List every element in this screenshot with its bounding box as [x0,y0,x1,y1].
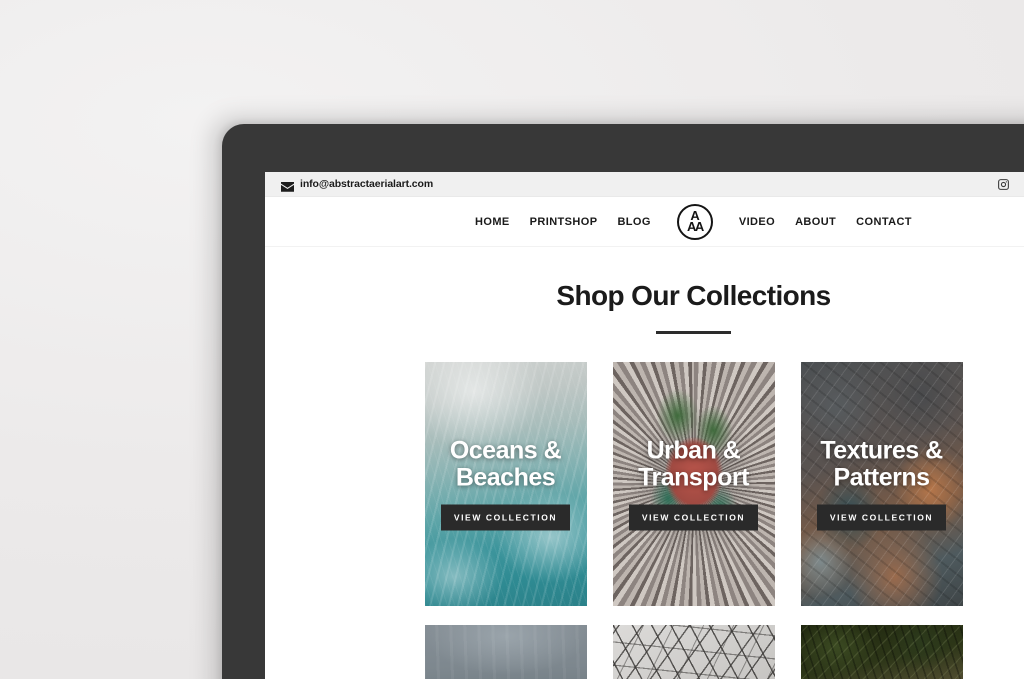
collection-card-body: Urban & Transport VIEW COLLECTION [613,436,775,531]
tablet-device-frame: info@abstractaerialart.com HOME PRINTSHO… [222,124,1024,679]
title-divider [656,331,731,334]
nav-item-printshop[interactable]: PRINTSHOP [530,216,598,228]
site-logo[interactable]: A AA [676,203,713,240]
social-links [997,178,1024,191]
view-collection-button[interactable]: VIEW COLLECTION [816,504,947,531]
view-collection-button[interactable]: VIEW COLLECTION [628,504,759,531]
collection-card-body: Textures & Patterns VIEW COLLECTION [801,436,963,531]
collection-image-cracked-earth [612,625,775,679]
view-collection-button[interactable]: VIEW COLLECTION [440,504,571,531]
instagram-icon[interactable] [997,178,1010,191]
collection-card-body: Oceans & Beaches VIEW COLLECTION [425,436,587,531]
collection-card-row2-3[interactable] [800,625,963,679]
collection-image-mist [424,625,587,679]
browser-viewport: info@abstractaerialart.com HOME PRINTSHO… [265,172,1024,679]
nav-item-home[interactable]: HOME [475,216,510,228]
collection-card-row2-2[interactable] [612,625,775,679]
collection-title: Textures & Patterns [820,436,943,492]
email-address: info@abstractaerialart.com [300,178,434,190]
nav-item-video[interactable]: VIDEO [739,216,775,228]
collection-card-urban-transport[interactable]: Urban & Transport VIEW COLLECTION [612,362,775,606]
envelope-icon [281,179,294,192]
collection-title: Urban & Transport [638,436,749,492]
main-navigation: HOME PRINTSHOP BLOG A AA VIDEO ABOUT CON… [265,197,1024,247]
nav-item-contact[interactable]: CONTACT [856,216,912,228]
nav-item-blog[interactable]: BLOG [617,216,650,228]
collection-grid-row-1: Oceans & Beaches VIEW COLLECTION Urban &… [265,362,1024,606]
collection-card-row2-1[interactable] [424,625,587,679]
collection-grid-row-2 [265,625,1024,679]
email-contact[interactable]: info@abstractaerialart.com [281,178,434,192]
collection-image-foliage [800,625,963,679]
collection-card-oceans-beaches[interactable]: Oceans & Beaches VIEW COLLECTION [424,362,587,606]
logo-letters-bottom: AA [686,219,704,234]
collection-card-textures-patterns[interactable]: Textures & Patterns VIEW COLLECTION [800,362,963,606]
collection-title: Oceans & Beaches [449,436,562,492]
nav-item-about[interactable]: ABOUT [795,216,836,228]
utility-bar: info@abstractaerialart.com [265,172,1024,197]
page-title: Shop Our Collections [556,280,831,311]
page-content: Shop Our Collections Oceans & Beaches VI… [265,247,1024,679]
